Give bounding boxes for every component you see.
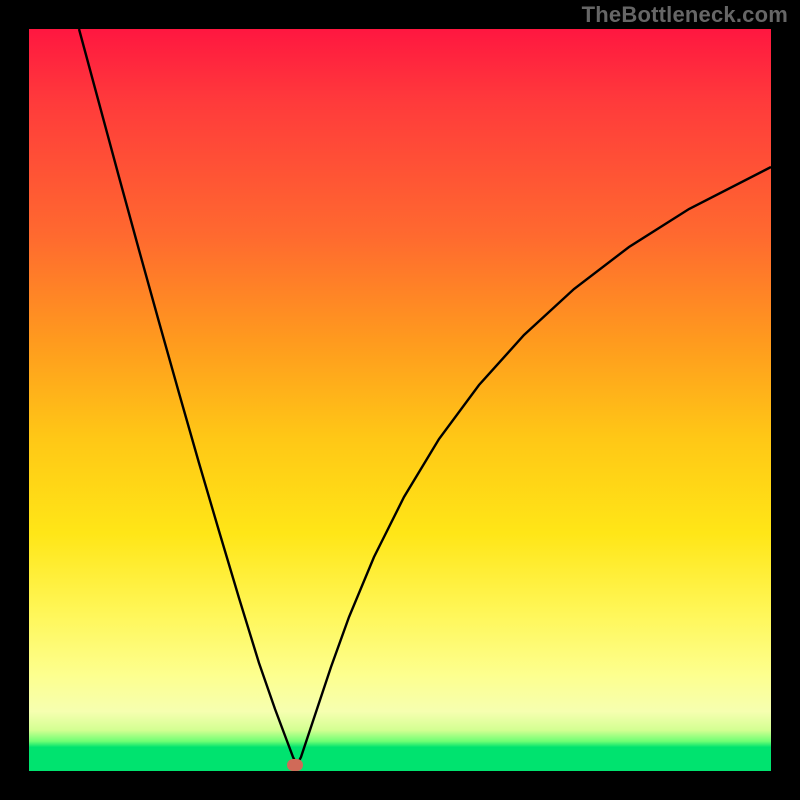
plot-area bbox=[29, 29, 771, 771]
chart-frame: TheBottleneck.com bbox=[0, 0, 800, 800]
bottleneck-curve bbox=[29, 29, 771, 771]
watermark-text: TheBottleneck.com bbox=[582, 2, 788, 28]
dip-marker bbox=[287, 759, 303, 771]
curve-path bbox=[79, 29, 771, 765]
